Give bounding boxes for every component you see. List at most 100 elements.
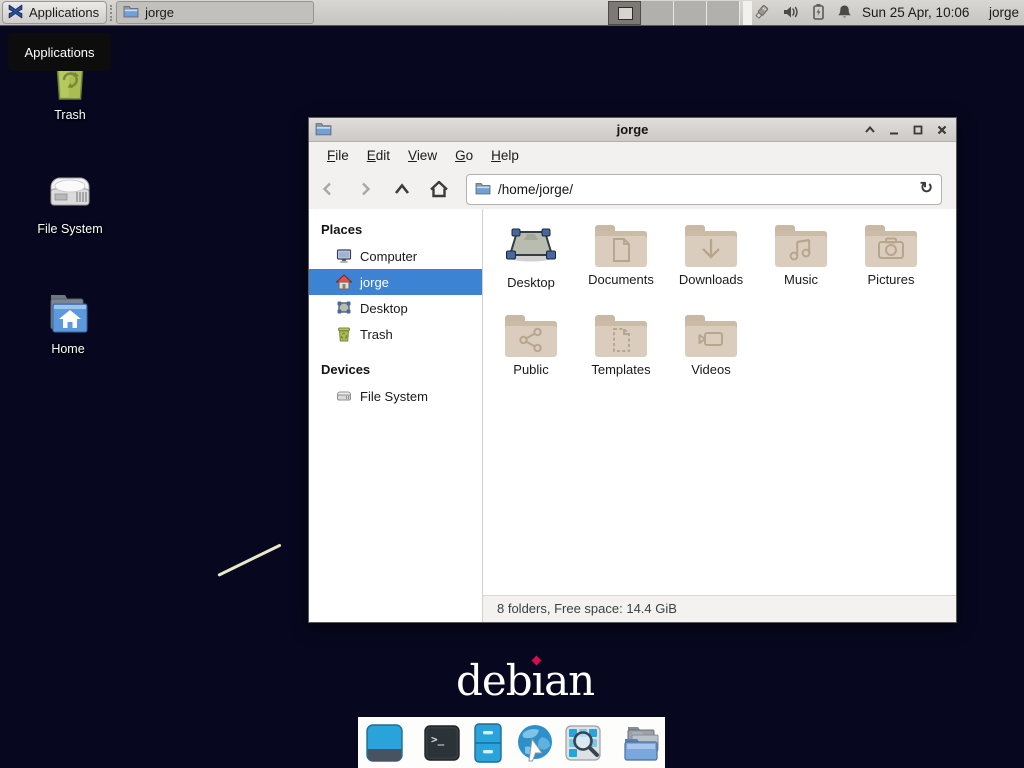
hard-drive-icon: [46, 172, 94, 216]
folder-public[interactable]: Public: [486, 309, 576, 399]
applications-menu-button[interactable]: Applications: [2, 1, 107, 24]
panel-clock[interactable]: Sun 25 Apr, 10:06: [862, 0, 969, 26]
panel-separator-handle: [110, 5, 113, 21]
path-input[interactable]: /home/jorge/: [498, 182, 913, 197]
places-header: Places: [309, 215, 482, 243]
up-button[interactable]: [383, 175, 420, 203]
path-bar[interactable]: /home/jorge/ ↻: [466, 174, 942, 205]
share-symbol-icon: [505, 327, 557, 353]
folder-music[interactable]: Music: [756, 219, 846, 309]
applications-menu-label: Applications: [29, 5, 99, 20]
bottom-dock: >_: [358, 717, 665, 768]
panel-username[interactable]: jorge: [989, 0, 1019, 26]
music-notes-icon: [775, 237, 827, 263]
menu-edit[interactable]: Edit: [358, 144, 399, 167]
directory-menu-folder-icon[interactable]: [620, 723, 662, 763]
minimize-button[interactable]: [887, 124, 900, 137]
folder-templates[interactable]: Templates: [576, 309, 666, 399]
shade-button[interactable]: [863, 124, 876, 137]
folder-videos[interactable]: Videos: [666, 309, 756, 399]
sidebar-item-jorge[interactable]: jorge: [309, 269, 482, 295]
status-bar: 8 folders, Free space: 14.4 GiB: [483, 595, 956, 622]
desktop-special-icon: [505, 225, 557, 267]
home-icon: [336, 274, 352, 290]
workspace-2[interactable]: [641, 1, 674, 25]
file-manager-cabinet-icon[interactable]: [470, 723, 506, 763]
desktop-icon-label: Trash: [20, 108, 120, 122]
drive-icon: [336, 388, 352, 404]
desktop-icon-label: Home: [18, 342, 118, 356]
window-title: jorge: [309, 122, 956, 137]
sidebar-item-trash[interactable]: Trash: [309, 321, 482, 347]
document-symbol-icon: [595, 237, 647, 263]
trash-icon: [336, 326, 352, 342]
system-tray: [752, 0, 852, 26]
taskbar-window-button[interactable]: jorge: [116, 1, 314, 24]
workspace-4[interactable]: [707, 1, 740, 25]
folder-icon: [595, 225, 647, 267]
removable-media-icon[interactable]: [752, 3, 771, 24]
sidebar-item-computer[interactable]: Computer: [309, 243, 482, 269]
workspace-3[interactable]: [674, 1, 707, 25]
window-titlebar[interactable]: jorge: [309, 118, 956, 142]
camera-icon: [865, 237, 917, 261]
folder-icon: [685, 225, 737, 267]
menubar: File Edit View Go Help: [309, 142, 956, 169]
menu-view[interactable]: View: [399, 144, 446, 167]
logo-text: deb: [456, 656, 532, 705]
toolbar: /home/jorge/ ↻: [309, 169, 956, 209]
applications-tooltip: Applications: [8, 33, 111, 71]
file-list: Desktop Documents Downloads: [483, 209, 956, 595]
folder-desktop[interactable]: Desktop: [486, 219, 576, 309]
folder-icon: [775, 225, 827, 267]
forward-button[interactable]: [346, 175, 383, 203]
download-arrow-icon: [685, 237, 737, 263]
home-button[interactable]: [420, 175, 457, 203]
desktop-icon-home[interactable]: Home: [18, 292, 118, 356]
folder-icon: [865, 225, 917, 267]
folder-icon: [505, 315, 557, 357]
xfce-applications-icon: [7, 3, 24, 23]
taskbar-window-label: jorge: [145, 5, 174, 20]
desktop-icon-file-system[interactable]: File System: [20, 172, 120, 236]
close-button[interactable]: [935, 124, 948, 137]
maximize-button[interactable]: [911, 124, 924, 137]
folder-pictures[interactable]: Pictures: [846, 219, 936, 309]
sidebar-item-desktop[interactable]: Desktop: [309, 295, 482, 321]
workspace-switcher: [608, 1, 740, 25]
menu-go[interactable]: Go: [446, 144, 482, 167]
panel-spacer: [743, 1, 752, 25]
path-folder-icon: [475, 181, 491, 198]
template-page-icon: [595, 327, 647, 353]
places-sidebar: Places Computer jorge Desktop Trash Devi…: [309, 209, 483, 622]
app-finder-icon[interactable]: [564, 724, 602, 762]
web-browser-globe-icon[interactable]: [515, 723, 555, 763]
folder-documents[interactable]: Documents: [576, 219, 666, 309]
sidebar-item-file-system[interactable]: File System: [309, 383, 482, 409]
folder-icon: [685, 315, 737, 357]
top-panel: Applications jorge Sun 25 Apr, 10:06 jor…: [0, 0, 1024, 26]
back-button[interactable]: [309, 175, 346, 203]
show-desktop-icon[interactable]: [365, 723, 405, 763]
workspace-1[interactable]: [608, 1, 641, 25]
terminal-icon[interactable]: >_: [423, 724, 461, 762]
stray-line-artifact: [217, 543, 281, 576]
reload-button[interactable]: ↻: [920, 181, 933, 197]
notifications-bell-icon[interactable]: [837, 4, 852, 23]
folder-downloads[interactable]: Downloads: [666, 219, 756, 309]
volume-icon[interactable]: [783, 4, 800, 23]
logo-text: an: [544, 656, 594, 705]
debian-wallpaper-logo: debıan: [456, 660, 594, 702]
video-camera-icon: [685, 327, 737, 351]
svg-text:>_: >_: [431, 733, 445, 746]
battery-icon[interactable]: [812, 3, 825, 23]
folder-icon: [595, 315, 647, 357]
desktop-icon-label: File System: [20, 222, 120, 236]
menu-file[interactable]: File: [318, 144, 358, 167]
file-manager-window: jorge File Edit View Go Help /home/jorge…: [308, 117, 957, 623]
home-folder-icon: [43, 292, 93, 336]
tooltip-text: Applications: [24, 45, 94, 60]
desktop-icon: [336, 300, 352, 316]
workspace-window-preview: [618, 7, 633, 20]
menu-help[interactable]: Help: [482, 144, 528, 167]
